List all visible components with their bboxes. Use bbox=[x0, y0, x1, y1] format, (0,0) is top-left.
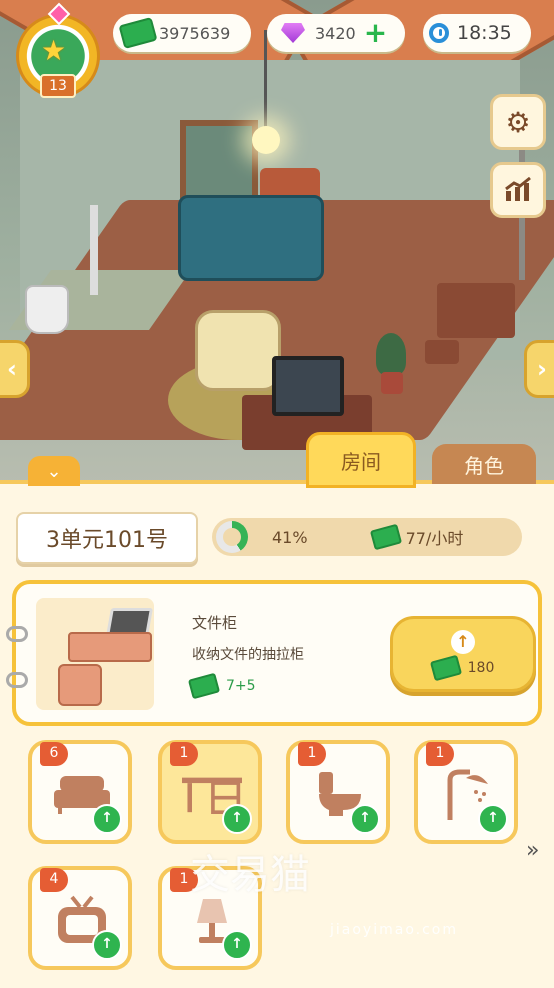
prev-room-button[interactable]: ‹ bbox=[0, 340, 30, 398]
gem-icon bbox=[281, 23, 305, 43]
tab-role[interactable]: 角色 bbox=[432, 444, 536, 484]
lamp-cord bbox=[264, 30, 267, 130]
clock-icon bbox=[429, 23, 449, 43]
stats-button[interactable] bbox=[490, 162, 546, 218]
gain-value: 7+5 bbox=[226, 678, 256, 694]
progress-ring bbox=[216, 521, 248, 553]
upgrade-arrow-icon[interactable]: ↑ bbox=[92, 930, 122, 960]
item-toilet[interactable]: 1 ↑ bbox=[286, 740, 390, 844]
cash-icon bbox=[118, 17, 158, 49]
income-cash-icon bbox=[369, 523, 402, 551]
upgrade-cost-value: 180 bbox=[467, 660, 495, 676]
stool[interactable] bbox=[425, 340, 459, 364]
chair-icon bbox=[58, 664, 102, 706]
tab-room[interactable]: 房间 bbox=[306, 432, 416, 488]
item-level-badge: 6 bbox=[40, 742, 68, 766]
watermark-url: jiaoyimao.com bbox=[330, 922, 458, 938]
add-gems-icon[interactable]: + bbox=[364, 19, 387, 47]
furniture-description: 收纳文件的抽拉柜 bbox=[192, 647, 304, 663]
cash-icon bbox=[187, 672, 221, 700]
furniture-thumbnail bbox=[36, 598, 154, 710]
binder-ring-icon bbox=[6, 672, 28, 688]
toilet-furniture[interactable] bbox=[25, 285, 69, 334]
room-number-label: 3单元101号 bbox=[16, 512, 198, 564]
chart-up-icon bbox=[505, 177, 531, 201]
item-level-badge: 1 bbox=[170, 742, 198, 766]
clock-display: 18:35 bbox=[423, 14, 531, 52]
cash-icon bbox=[429, 654, 462, 682]
cash-counter[interactable]: 3975639 bbox=[113, 14, 251, 52]
room-progress-bar: 41% 77/小时 bbox=[212, 518, 522, 556]
upgrade-arrow-icon[interactable]: ↑ bbox=[222, 930, 252, 960]
double-chevron-right-icon[interactable]: » bbox=[526, 838, 539, 863]
watermark: 交易猫 bbox=[190, 852, 310, 898]
furniture-income-gain: 7+5 bbox=[187, 672, 256, 700]
clock-time: 18:35 bbox=[457, 22, 512, 44]
bed-furniture[interactable] bbox=[178, 195, 324, 281]
tv-furniture[interactable] bbox=[272, 356, 344, 416]
upgrade-button[interactable]: ↑ 180 bbox=[390, 616, 536, 692]
potted-plant[interactable] bbox=[376, 333, 406, 375]
item-level-badge: 1 bbox=[298, 742, 326, 766]
collapse-panel-button[interactable]: ⌄ bbox=[28, 456, 80, 486]
plant-pot bbox=[381, 372, 403, 394]
furniture-name: 文件柜 bbox=[192, 614, 238, 632]
armchair-furniture[interactable] bbox=[195, 310, 281, 391]
item-desk[interactable]: 1 ↑ bbox=[158, 740, 262, 844]
upgrade-arrow-icon[interactable]: ↑ bbox=[350, 804, 380, 834]
ceiling-lamp[interactable] bbox=[252, 126, 280, 154]
income-rate: 77/小时 bbox=[405, 529, 464, 548]
shower-furniture[interactable] bbox=[90, 205, 98, 295]
gear-icon: ⚙ bbox=[505, 105, 531, 139]
progress-percent: 41% bbox=[272, 527, 308, 547]
upgrade-arrow-icon[interactable]: ↑ bbox=[478, 804, 508, 834]
item-tv[interactable]: 4 ↑ bbox=[28, 866, 132, 970]
side-table[interactable] bbox=[437, 283, 515, 338]
settings-button[interactable]: ⚙ bbox=[490, 94, 546, 150]
binder-ring-icon bbox=[6, 626, 28, 642]
next-room-button[interactable]: › bbox=[524, 340, 554, 398]
furniture-detail-card: 文件柜 收纳文件的抽拉柜 7+5 ↑ 180 bbox=[6, 580, 542, 726]
gem-amount: 3420 bbox=[315, 23, 356, 43]
cash-amount: 3975639 bbox=[159, 23, 231, 43]
level-badge[interactable]: ★ 13 bbox=[8, 2, 104, 100]
item-level-badge: 4 bbox=[40, 868, 68, 892]
upgrade-arrow-icon[interactable]: ↑ bbox=[222, 804, 252, 834]
chevron-down-icon: ⌄ bbox=[46, 460, 62, 482]
item-bed[interactable]: 6 ↑ bbox=[28, 740, 132, 844]
tab-role-label: 角色 bbox=[464, 453, 504, 478]
chevron-left-icon: ‹ bbox=[7, 355, 17, 383]
item-shower[interactable]: 1 ↑ bbox=[414, 740, 518, 844]
chevron-right-icon: › bbox=[537, 355, 547, 383]
upgrade-arrow-icon[interactable]: ↑ bbox=[92, 804, 122, 834]
tab-room-label: 房间 bbox=[341, 449, 381, 474]
desk-icon bbox=[68, 632, 152, 662]
upgrade-cost: 180 bbox=[429, 654, 495, 682]
item-level-badge: 1 bbox=[426, 742, 454, 766]
level-number: 13 bbox=[40, 74, 76, 98]
star-icon: ★ bbox=[41, 34, 67, 67]
arrow-up-icon: ↑ bbox=[451, 630, 475, 654]
gem-counter[interactable]: 3420 + bbox=[267, 14, 405, 52]
